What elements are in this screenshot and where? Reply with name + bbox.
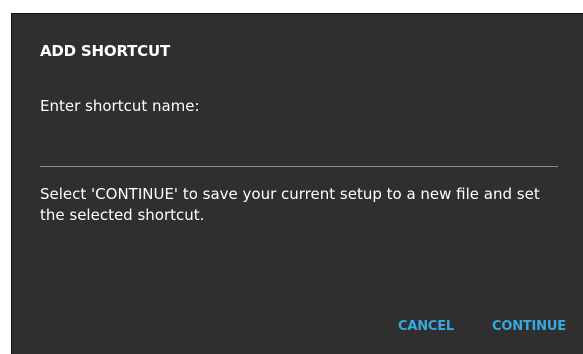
shortcut-name-input[interactable] [40,132,558,167]
shortcut-name-label: Enter shortcut name: [40,97,200,115]
cancel-button[interactable]: CANCEL [392,315,460,338]
add-shortcut-dialog: ADD SHORTCUT Enter shortcut name: Select… [12,14,583,354]
dialog-description: Select 'CONTINUE' to save your current s… [40,185,540,224]
continue-button[interactable]: CONTINUE [486,315,572,338]
dialog-title: ADD SHORTCUT [40,42,170,60]
screen-background: ADD SHORTCUT Enter shortcut name: Select… [0,0,583,354]
